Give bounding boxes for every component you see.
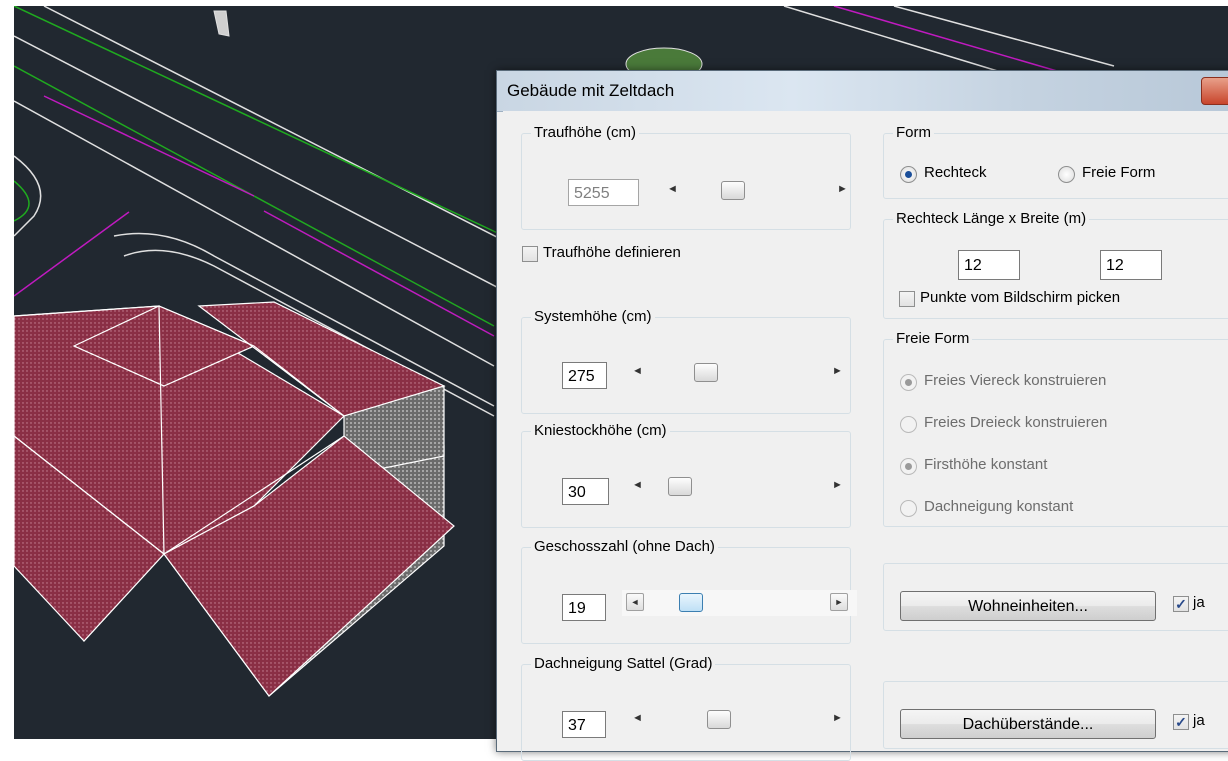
radio-firsthoehe-konstant[interactable] xyxy=(900,458,917,475)
dachueberstaende-ja-checkbox[interactable]: ✓ xyxy=(1173,714,1189,730)
punkte-picken-label: Punkte vom Bildschirm picken xyxy=(920,289,1121,306)
radio-freie-form[interactable] xyxy=(1058,166,1075,183)
traufhoehe-input[interactable]: 5255 xyxy=(568,179,639,206)
scroll-right-icon[interactable]: ► xyxy=(832,365,843,377)
traufhoehe-scrollbar[interactable]: ◄ ► xyxy=(657,178,857,204)
traufhoehe-definieren-label: Traufhöhe definieren xyxy=(543,244,681,261)
wohneinheiten-ja-label: ja xyxy=(1193,594,1205,611)
freie-form-group: Freie Form Freies Viereck konstruieren F… xyxy=(883,330,1228,527)
radio-freies-viereck-label: Freies Viereck konstruieren xyxy=(924,372,1107,389)
geschosszahl-scrollbar[interactable]: ◄ ► xyxy=(622,590,857,616)
scroll-thumb[interactable] xyxy=(668,477,692,496)
rechteck-label: Rechteck Länge x Breite (m) xyxy=(893,210,1090,227)
wohneinheiten-group: Wohneinheiten... ✓ ja xyxy=(883,563,1228,631)
dachueberstaende-button[interactable]: Dachüberstände... xyxy=(900,709,1156,739)
dachneigung-group: Dachneigung Sattel (Grad) 37 ◄ ► xyxy=(521,655,852,761)
form-group: Form Rechteck Freie Form xyxy=(883,124,1228,199)
building xyxy=(14,301,455,697)
dachneigung-label: Dachneigung Sattel (Grad) xyxy=(531,655,716,672)
traufhoehe-definieren-checkbox[interactable] xyxy=(522,246,538,262)
wohneinheiten-button[interactable]: Wohneinheiten... xyxy=(900,591,1156,621)
scroll-left-icon[interactable]: ◄ xyxy=(632,479,643,491)
scroll-left-icon[interactable]: ◄ xyxy=(626,593,644,611)
dachneigung-input[interactable]: 37 xyxy=(562,711,606,738)
radio-freie-form-label: Freie Form xyxy=(1082,164,1156,181)
dialog-title: Gebäude mit Zeltdach xyxy=(507,81,675,100)
geschosszahl-input[interactable]: 19 xyxy=(562,594,606,621)
radio-dachneigung-konstant[interactable] xyxy=(900,500,917,517)
scroll-thumb[interactable] xyxy=(721,181,745,200)
radio-freies-viereck[interactable] xyxy=(900,374,917,391)
systemhoehe-label: Systemhöhe (cm) xyxy=(531,308,655,325)
scroll-right-icon[interactable]: ► xyxy=(837,183,848,195)
scroll-right-icon[interactable]: ► xyxy=(832,479,843,491)
kniestockhoehe-label: Kniestockhöhe (cm) xyxy=(531,422,670,439)
radio-rechteck[interactable] xyxy=(900,166,917,183)
radio-dachneigung-konstant-label: Dachneigung konstant xyxy=(924,498,1074,515)
punkte-picken-checkbox[interactable] xyxy=(899,291,915,307)
wohneinheiten-ja-checkbox[interactable]: ✓ xyxy=(1173,596,1189,612)
geschosszahl-group: Geschosszahl (ohne Dach) 19 ◄ ► xyxy=(521,538,857,644)
zeltdach-dialog: Gebäude mit Zeltdach Traufhöhe (cm) 5255… xyxy=(496,70,1228,761)
traufhoehe-group: Traufhöhe (cm) 5255 ◄ ► xyxy=(521,124,851,230)
scroll-thumb[interactable] xyxy=(707,710,731,729)
laenge-input[interactable]: 12 xyxy=(958,250,1020,280)
kniestockhoehe-input[interactable]: 30 xyxy=(562,478,609,505)
freie-form-label: Freie Form xyxy=(893,330,973,347)
dialog-client: Traufhöhe (cm) 5255 ◄ ► Traufhöhe defini… xyxy=(503,111,1228,761)
dachneigung-scrollbar[interactable]: ◄ ► xyxy=(622,707,852,733)
scroll-right-icon[interactable]: ► xyxy=(830,593,848,611)
systemhoehe-input[interactable]: 275 xyxy=(562,362,607,389)
form-label: Form xyxy=(893,124,934,141)
traufhoehe-label: Traufhöhe (cm) xyxy=(531,124,639,141)
radio-freies-dreieck-label: Freies Dreieck konstruieren xyxy=(924,414,1108,431)
close-button[interactable] xyxy=(1201,77,1228,105)
kniestockhoehe-scrollbar[interactable]: ◄ ► xyxy=(622,474,852,500)
scroll-thumb[interactable] xyxy=(679,593,703,612)
kniestockhoehe-group: Kniestockhöhe (cm) 30 ◄ ► xyxy=(521,422,852,528)
scroll-right-icon[interactable]: ► xyxy=(832,712,843,724)
scroll-left-icon[interactable]: ◄ xyxy=(632,365,643,377)
scroll-thumb[interactable] xyxy=(694,363,718,382)
breite-input[interactable]: 12 xyxy=(1100,250,1162,280)
dachueberstaende-ja-label: ja xyxy=(1193,712,1205,729)
systemhoehe-group: Systemhöhe (cm) 275 ◄ ► xyxy=(521,308,852,414)
rechteck-group: Rechteck Länge x Breite (m) 12 12 Punkte… xyxy=(883,210,1228,319)
geschosszahl-label: Geschosszahl (ohne Dach) xyxy=(531,538,718,555)
scroll-left-icon[interactable]: ◄ xyxy=(667,183,678,195)
radio-freies-dreieck[interactable] xyxy=(900,416,917,433)
scroll-left-icon[interactable]: ◄ xyxy=(632,712,643,724)
systemhoehe-scrollbar[interactable]: ◄ ► xyxy=(622,360,852,386)
radio-rechteck-label: Rechteck xyxy=(924,164,987,181)
dialog-titlebar[interactable]: Gebäude mit Zeltdach xyxy=(497,71,1228,112)
radio-firsthoehe-konstant-label: Firsthöhe konstant xyxy=(924,456,1048,473)
